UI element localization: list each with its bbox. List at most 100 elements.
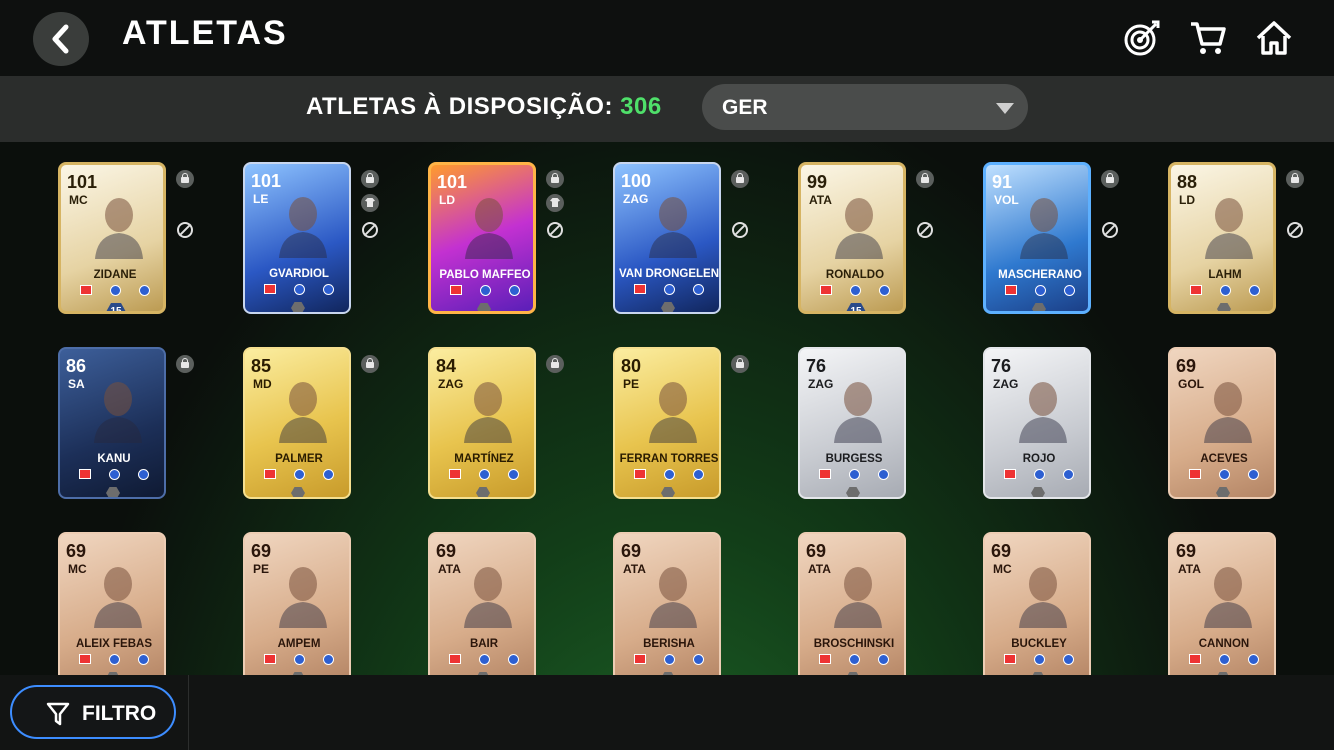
nation-flag-icon [820,285,832,295]
available-athletes: ATLETAS À DISPOSIÇÃO: 306 [306,93,662,121]
bottom-bar [0,675,1334,750]
club-badge-icon [1248,469,1259,480]
lock-icon [1101,170,1119,188]
player-card[interactable]: 86 SA KANU [58,347,166,499]
player-card[interactable]: 85 MD PALMER [243,347,351,499]
filter-label: FILTRO [82,702,157,725]
club-badge-icon [323,469,334,480]
lock-icon [176,355,194,373]
card-rating: 69 [621,541,642,561]
club-badge-icon [1064,285,1075,296]
card-gem-icon [477,303,491,311]
back-button[interactable] [33,12,89,66]
card-player-name: ACEVES [1200,453,1248,465]
league-icon [850,285,861,296]
card-chemistry-icons [245,469,349,480]
player-portrait [649,382,697,443]
nation-flag-icon [819,469,831,479]
club-badge-icon [693,284,704,295]
player-card[interactable]: 69 MC ALEIX FEBAS [58,532,166,684]
player-card[interactable]: 80 PE FERRAN TORRES [613,347,721,499]
card-rating: 69 [436,541,457,561]
nation-flag-icon [819,654,831,664]
card-gem-icon [661,302,675,312]
league-icon [1035,285,1046,296]
player-card[interactable]: 88 LD LAHM [1168,162,1276,314]
shirt-icon [361,194,379,212]
league-icon [1220,285,1231,296]
player-card[interactable]: 69 PE AMPEM [243,532,351,684]
cart-icon [1191,22,1226,54]
card-chemistry-icons [985,654,1089,665]
filter-icon [46,702,70,726]
card-rating: 86 [66,356,87,376]
player-card[interactable]: 91 VOL MASCHERANO [983,162,1091,314]
player-portrait [1020,198,1068,259]
card-player-name: ALEIX FEBAS [75,638,153,650]
player-card[interactable]: 69 ATA BERISHA [613,532,721,684]
card-position: SA [68,377,85,391]
player-card[interactable]: 101 LE GVARDIOL [243,162,351,314]
player-portrait [279,197,327,258]
card-chemistry-icons [431,285,533,296]
lock-icon [731,355,749,373]
player-card[interactable]: 69 GOL ACEVES [1168,347,1276,499]
filter-summary-bar [0,76,1334,142]
player-card[interactable]: 76 ZAG BURGESS [798,347,906,499]
player-portrait [94,382,142,443]
player-card[interactable]: 99 ATA RONALDO 15 [798,162,906,314]
club-badge-icon [138,469,149,480]
lock-icon [546,355,564,373]
nation-flag-icon [634,654,646,664]
card-chemistry-icons [60,469,164,480]
store-button[interactable] [1188,18,1228,58]
player-card[interactable]: 69 ATA BROSCHINSKI [798,532,906,684]
lock-icon [731,170,749,188]
card-player-name: BUCKLEY [1011,638,1067,650]
card-rating: 91 [992,172,1013,192]
card-gem-icon [291,302,305,312]
player-portrait [95,198,143,259]
league-icon [664,284,675,295]
player-card[interactable]: 101 MC ZIDANE 15 [58,162,166,314]
card-gem-icon [1216,487,1230,497]
player-card[interactable]: 101 LD PABLO MAFFEO [428,162,536,314]
card-position: MC [993,562,1012,576]
league-icon [294,284,305,295]
club-badge-icon [878,469,889,480]
shirt-icon [546,194,564,212]
club-badge-icon [1063,654,1074,665]
card-player-name: VAN DRONGELEN [618,268,720,280]
card-chemistry-icons [1170,654,1274,665]
player-card[interactable]: 69 MC BUCKLEY [983,532,1091,684]
card-chemistry-icons [60,654,164,665]
filter-button[interactable]: FILTRO [10,685,176,739]
league-icon [110,285,121,296]
player-card[interactable]: 69 ATA BAIR [428,532,536,684]
nation-flag-icon [79,654,91,664]
club-badge-icon [508,654,519,665]
club-badge-icon [323,654,334,665]
objectives-button[interactable] [1122,18,1162,58]
league-icon [664,654,675,665]
home-button[interactable] [1254,18,1294,58]
nation-flag-icon [450,285,462,295]
player-card[interactable]: 84 ZAG MARTÍNEZ [428,347,536,499]
player-portrait [464,567,512,628]
card-player-name: LAHM [1208,269,1242,281]
sort-dropdown[interactable]: GER [702,84,1028,130]
league-icon [479,654,490,665]
card-gem-icon [106,487,120,497]
nation-flag-icon [449,469,461,479]
player-card[interactable]: 100 ZAG VAN DRONGELEN [613,162,721,314]
player-portrait [464,382,512,443]
player-portrait [835,198,883,259]
card-player-name: ZIDANE [93,269,137,281]
player-card[interactable]: 69 ATA CANNON [1168,532,1276,684]
lock-icon [361,170,379,188]
player-card[interactable]: 76 ZAG ROJO [983,347,1091,499]
card-rating: 76 [991,356,1012,376]
league-icon [849,654,860,665]
card-player-name: BAIR [469,638,499,650]
card-chemistry-icons [986,285,1088,296]
